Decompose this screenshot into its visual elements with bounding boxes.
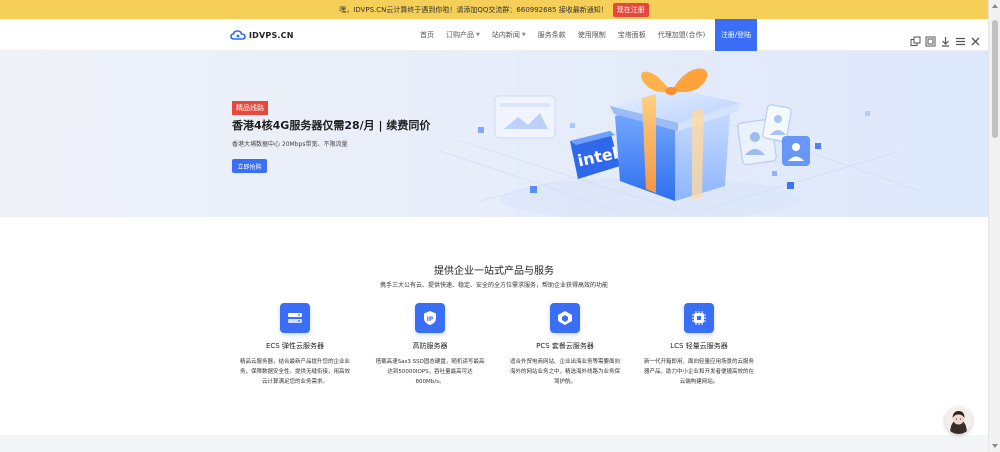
menu-icon[interactable]	[955, 36, 966, 47]
nav-item-terms[interactable]: 服务条款	[538, 30, 566, 40]
footer-strip	[0, 435, 988, 452]
chevron-down-icon: ▼	[476, 32, 480, 38]
notice-text: 嘿，IDVPS.CN云计算终于遇到你啦！请添加QQ交流群：660992685 接…	[339, 5, 608, 14]
svg-text:IP: IP	[427, 316, 434, 323]
service-desc: 搭载高速Sas3 SSD固态硬盘，随机读写最高达到50000IOPS，吞吐量最高…	[375, 359, 485, 385]
floating-toolbar	[910, 36, 981, 47]
hero-title: 香港4核4G服务器仅需28/月 | 续费同价	[232, 119, 431, 132]
notice-register-button[interactable]: 现在注册	[612, 2, 649, 17]
nav-label: 订购产品	[446, 31, 474, 39]
support-avatar[interactable]	[945, 407, 972, 434]
ecs-server-icon	[280, 303, 310, 333]
services-section: 提供企业一站式产品与服务 携手三大公有云、提供快速、稳定、安全的全方位需求服务，…	[0, 217, 988, 435]
scroll-down-icon[interactable]	[992, 444, 998, 448]
hero-tag-badge: 精品线路	[232, 101, 268, 115]
nav-label: 站内新闻	[491, 31, 520, 39]
scroll-thumb[interactable]	[992, 20, 998, 138]
hero-banner: intel 精品线路 香港4核4G服务器仅需28/月 | 续费同价 香港大埔数据…	[0, 51, 988, 217]
service-card-lcs[interactable]: LCS 轻量云服务器 新一代开箱即用、面向轻量应用场景的云服务器产品，助力中小企…	[639, 303, 759, 387]
hero-subtitle: 香港大埔数据中心 20Mbps带宽、不限流量	[232, 141, 348, 148]
ip-shield-icon: IP	[415, 303, 445, 333]
service-name: 高防服务器	[412, 342, 448, 350]
hero-illustration: intel	[439, 68, 921, 217]
service-desc: 新一代开箱即用、面向轻量应用场景的云服务器产品，助力中小企业和开发者便捷高效的在…	[643, 359, 754, 385]
nav-item-home[interactable]: 首页	[420, 30, 434, 40]
lcs-chip-icon	[684, 303, 714, 333]
nav-label: 宝塔面板	[617, 31, 646, 39]
services-subtitle: 携手三大公有云、提供快速、稳定、安全的全方位需求服务，帮助企业获得高效的功能	[379, 282, 608, 289]
register-login-button[interactable]: 注册/登陆	[715, 19, 757, 51]
popout-icon[interactable]	[910, 36, 921, 47]
cloud-logo-icon	[230, 30, 246, 40]
notice-bar: 嘿，IDVPS.CN云计算终于遇到你啦！请添加QQ交流群：660992685 接…	[0, 0, 988, 19]
pcs-cube-icon	[550, 303, 580, 333]
service-desc: 适合外贸电商网站、企业出海业务等需要面向海外的网站业务之中，精选海外线路为业务保…	[509, 359, 620, 385]
scroll-up-icon[interactable]	[992, 4, 998, 8]
close-icon[interactable]	[970, 36, 981, 47]
service-name: PCS 套餐云服务器	[536, 342, 594, 350]
page-scrollbar[interactable]	[988, 0, 1000, 452]
fullscreen-icon[interactable]	[925, 36, 936, 47]
service-card-pcs[interactable]: PCS 套餐云服务器 适合外贸电商网站、企业出海业务等需要面向海外的网站业务之中…	[505, 303, 625, 387]
nav-item-products[interactable]: 订购产品 ▼	[446, 30, 480, 40]
download-icon[interactable]	[940, 36, 951, 47]
services-title: 提供企业一站式产品与服务	[434, 266, 554, 277]
service-card-ddos[interactable]: IP 高防服务器 搭载高速Sas3 SSD固态硬盘，随机读写最高达到50000I…	[370, 303, 490, 387]
buy-now-button[interactable]: 立即抢购	[232, 159, 267, 173]
chevron-down-icon: ▼	[521, 32, 526, 38]
service-desc: 精品云服务器，结合最新产品提升您的企业业务，保障数据安全性。提供无缝衔接，用高效…	[239, 359, 350, 385]
service-name: ECS 弹性云服务器	[266, 342, 324, 350]
main-nav: 首页 订购产品 ▼ 站内新闻 ▼ 服务条款 使用限制 宝塔面板 代理加盟(合作)	[420, 19, 717, 51]
nav-item-limits[interactable]: 使用限制	[578, 30, 606, 40]
nav-item-panel[interactable]: 宝塔面板	[618, 30, 646, 40]
logo-text: IDVPS.CN	[249, 30, 294, 40]
nav-item-news[interactable]: 站内新闻 ▼	[492, 30, 526, 40]
service-card-ecs[interactable]: ECS 弹性云服务器 精品云服务器，结合最新产品提升您的企业业务，保障数据安全性…	[235, 303, 355, 387]
nav-label: 代理加盟(合作)	[657, 31, 706, 39]
nav-label: 首页	[420, 31, 434, 39]
nav-label: 使用限制	[577, 31, 606, 39]
nav-label: 服务条款	[537, 31, 566, 39]
site-header: IDVPS.CN 首页 订购产品 ▼ 站内新闻 ▼ 服务条款 使用限制 宝塔面板 代…	[0, 19, 988, 51]
service-name: LCS 轻量云服务器	[670, 342, 728, 350]
nav-item-agent[interactable]: 代理加盟(合作)	[658, 30, 705, 40]
site-logo[interactable]: IDVPS.CN	[230, 29, 294, 41]
